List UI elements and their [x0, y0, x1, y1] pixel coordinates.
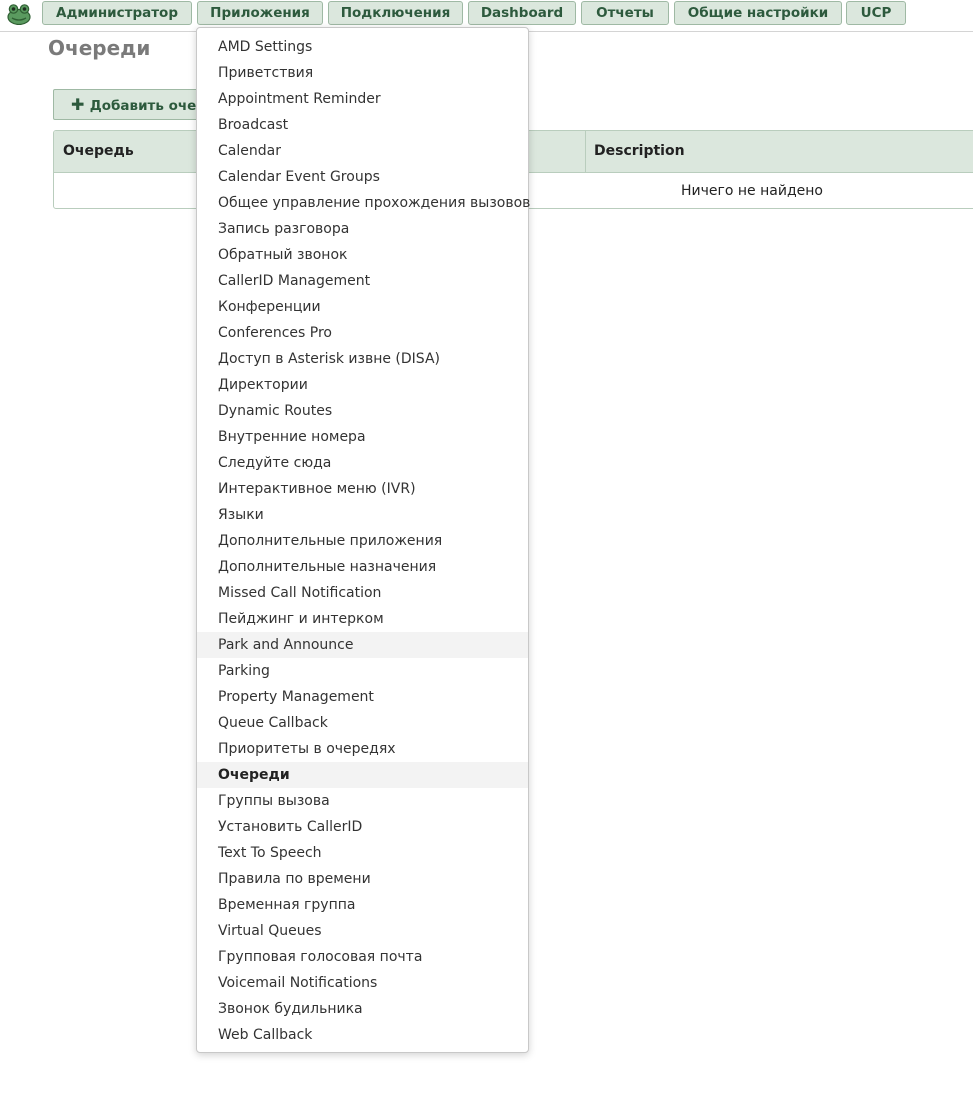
menu-item-dynamic-routes[interactable]: Dynamic Routes — [197, 398, 528, 424]
menu-item-callerid-management[interactable]: CallerID Management — [197, 268, 528, 294]
menu-item-time-conditions[interactable]: Правила по времени — [197, 866, 528, 892]
menu-item-virtual-queues[interactable]: Virtual Queues — [197, 918, 528, 944]
column-divider — [585, 131, 586, 172]
menu-item-missed-call-notification[interactable]: Missed Call Notification — [197, 580, 528, 606]
nav-button-dashboard[interactable]: Dashboard — [468, 1, 576, 25]
applications-dropdown-menu: AMD Settings Приветствия Appointment Rem… — [196, 27, 530, 1053]
menu-item-follow-me[interactable]: Следуйте сюда — [197, 450, 528, 476]
menu-item-time-groups[interactable]: Временная группа — [197, 892, 528, 918]
menu-item-amd-settings[interactable]: AMD Settings — [197, 34, 528, 60]
menu-item-calendar[interactable]: Calendar — [197, 138, 528, 164]
menu-item-disa[interactable]: Доступ в Asterisk извне (DISA) — [197, 346, 528, 372]
nav-button-ucp[interactable]: UCP — [846, 1, 906, 25]
nav-button-settings[interactable]: Общие настройки — [674, 1, 842, 25]
column-header-queue[interactable]: Очередь — [63, 131, 134, 172]
menu-item-announcements[interactable]: Приветствия — [197, 60, 528, 86]
menu-item-voicemail-notifications[interactable]: Voicemail Notifications — [197, 970, 528, 996]
menu-item-set-callerid[interactable]: Установить CallerID — [197, 814, 528, 840]
column-header-description[interactable]: Description — [594, 131, 685, 172]
menu-item-ivr[interactable]: Интерактивное меню (IVR) — [197, 476, 528, 502]
menu-item-queues[interactable]: Очереди — [197, 762, 528, 788]
menu-item-voicemail-blasting[interactable]: Групповая голосовая почта — [197, 944, 528, 970]
menu-item-call-recording[interactable]: Запись разговора — [197, 216, 528, 242]
menu-item-property-management[interactable]: Property Management — [197, 684, 528, 710]
menu-item-misc-applications[interactable]: Дополнительные приложения — [197, 528, 528, 554]
nav-button-reports[interactable]: Отчеты — [581, 1, 669, 25]
menu-item-park-and-announce[interactable]: Park and Announce — [197, 632, 528, 658]
menu-item-ring-groups[interactable]: Группы вызова — [197, 788, 528, 814]
menu-item-paging-intercom[interactable]: Пейджинг и интерком — [197, 606, 528, 632]
menu-item-queue-priorities[interactable]: Приоритеты в очередях — [197, 736, 528, 762]
menu-item-directories[interactable]: Директории — [197, 372, 528, 398]
plus-icon: ✚ — [71, 95, 85, 114]
menu-item-languages[interactable]: Языки — [197, 502, 528, 528]
page-title: Очереди — [48, 36, 151, 60]
menu-item-calendar-event-groups[interactable]: Calendar Event Groups — [197, 164, 528, 190]
menu-item-extensions[interactable]: Внутренние номера — [197, 424, 528, 450]
menu-item-text-to-speech[interactable]: Text To Speech — [197, 840, 528, 866]
nav-button-administrator[interactable]: Администратор — [42, 1, 192, 25]
nav-button-applications[interactable]: Приложения — [197, 1, 323, 25]
menu-item-web-callback[interactable]: Web Callback — [197, 1022, 528, 1048]
menu-item-queue-callback[interactable]: Queue Callback — [197, 710, 528, 736]
menu-item-conferences[interactable]: Конференции — [197, 294, 528, 320]
menu-item-misc-destinations[interactable]: Дополнительные назначения — [197, 554, 528, 580]
menu-item-conferences-pro[interactable]: Conferences Pro — [197, 320, 528, 346]
menu-item-appointment-reminder[interactable]: Appointment Reminder — [197, 86, 528, 112]
menu-item-wake-up-calls[interactable]: Звонок будильника — [197, 996, 528, 1022]
menu-item-callback[interactable]: Обратный звонок — [197, 242, 528, 268]
nav-button-connectivity[interactable]: Подключения — [328, 1, 463, 25]
frog-logo-icon[interactable] — [6, 3, 32, 25]
menu-item-parking[interactable]: Parking — [197, 658, 528, 684]
menu-item-broadcast[interactable]: Broadcast — [197, 112, 528, 138]
menu-item-call-flow-control[interactable]: Общее управление прохождения вызовов — [197, 190, 530, 216]
